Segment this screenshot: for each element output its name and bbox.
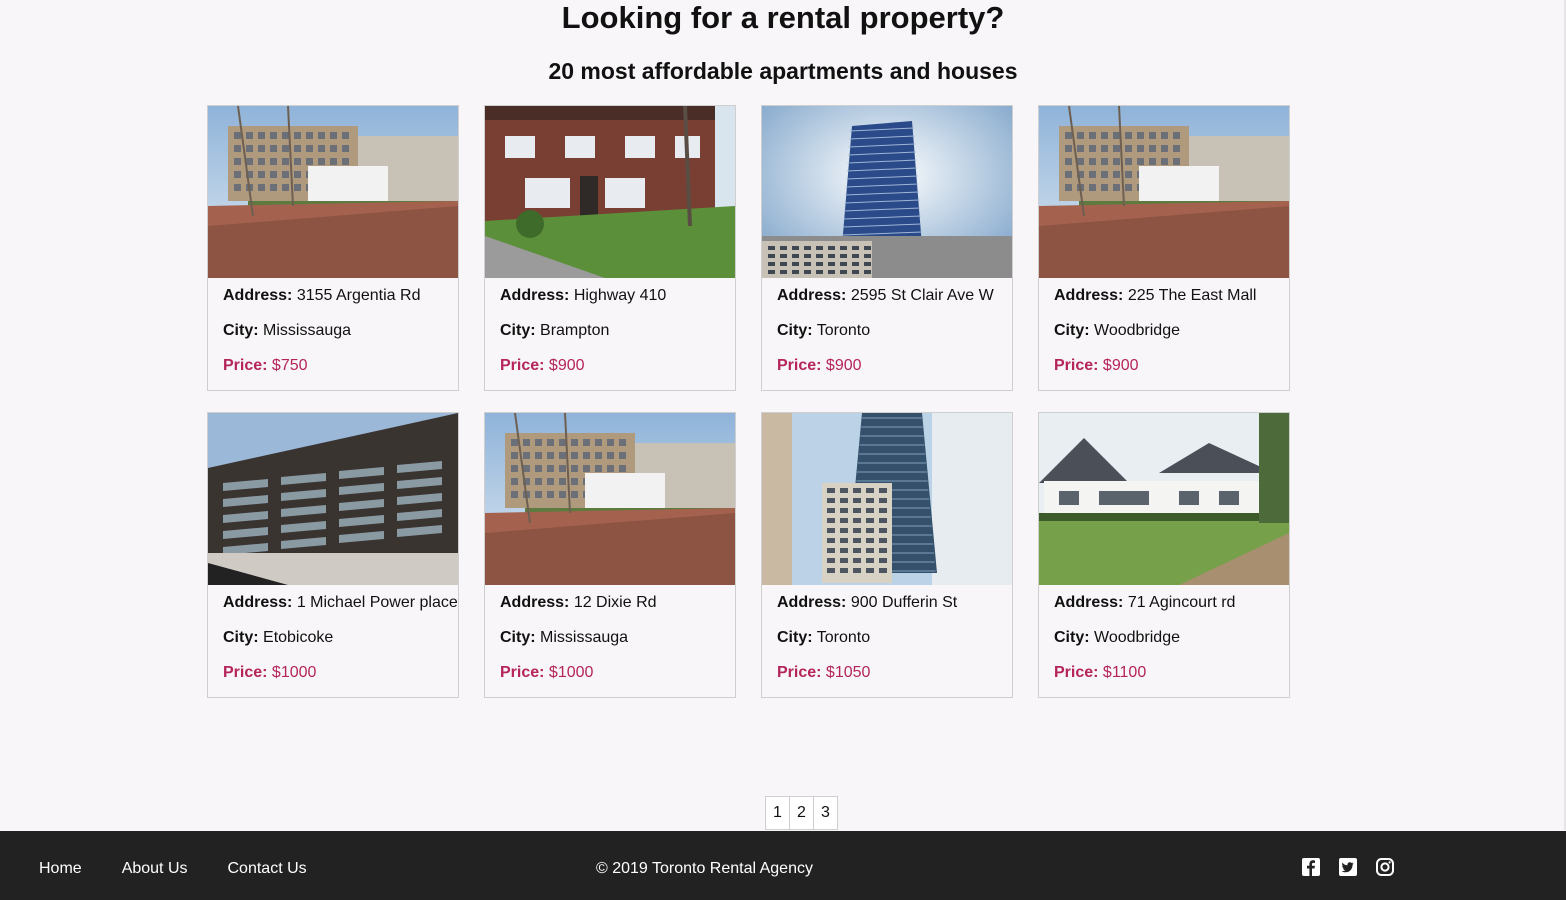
address-value: Highway 410 [573,287,667,304]
address-value: 12 Dixie Rd [573,594,657,611]
address-label: Address: [777,287,847,304]
listings-grid: Address: 3155 Argentia Rd City: Mississa… [207,105,1290,698]
city-label: City: [500,629,536,646]
city-value: Toronto [816,322,871,339]
price-value: $1050 [825,664,871,681]
price-label: Price: [777,357,822,374]
address-label: Address: [500,594,570,611]
address-value: 1 Michael Power place [296,594,458,611]
price-label: Price: [500,664,545,681]
listing-card[interactable]: Address: 900 Dufferin St City: Toronto P… [761,412,1013,698]
address-value: 71 Agincourt rd [1127,594,1236,611]
city-value: Brampton [540,322,610,339]
price-value: $1100 [1102,664,1147,681]
page-1-button[interactable]: 1 [765,796,790,830]
price-value: $900 [1102,357,1139,374]
footer-link-about[interactable]: About Us [122,859,188,878]
instagram-icon[interactable] [1375,857,1395,877]
city-value: Woodbridge [1094,322,1180,339]
city-value: Toronto [816,629,871,646]
property-photo[interactable] [485,106,735,278]
price-label: Price: [223,357,268,374]
address-label: Address: [1054,287,1124,304]
address-value: 3155 Argentia Rd [296,287,421,304]
city-label: City: [500,322,536,339]
address-label: Address: [223,287,293,304]
price-label: Price: [500,357,545,374]
price-value: $1000 [271,664,317,681]
listing-card[interactable]: Address: 3155 Argentia Rd City: Mississa… [207,105,459,391]
page-subtitle: 20 most affordable apartments and houses [548,58,1018,84]
footer-link-home[interactable]: Home [39,859,82,878]
page-3-button[interactable]: 3 [813,796,838,830]
listing-card[interactable]: Address: 71 Agincourt rd City: Woodbridg… [1038,412,1290,698]
price-value: $1000 [548,664,594,681]
address-value: 2595 St Clair Ave W [850,287,994,304]
listing-card[interactable]: Address: 2595 St Clair Ave W City: Toron… [761,105,1013,391]
listing-card[interactable]: Address: 225 The East Mall City: Woodbri… [1038,105,1290,391]
page-title: Looking for a rental property? [561,0,1005,35]
property-photo[interactable] [762,413,1012,585]
price-label: Price: [1054,357,1099,374]
property-photo[interactable] [208,413,458,585]
city-label: City: [777,629,813,646]
address-value: 900 Dufferin St [850,594,958,611]
property-photo[interactable] [208,106,458,278]
address-label: Address: [500,287,570,304]
city-label: City: [1054,322,1090,339]
price-label: Price: [777,664,822,681]
price-label: Price: [1054,664,1099,681]
city-label: City: [223,629,259,646]
property-photo[interactable] [762,106,1012,278]
address-label: Address: [223,594,293,611]
copyright-text: © 2019 Toronto Rental Agency [596,860,813,877]
city-value: Woodbridge [1094,629,1180,646]
address-label: Address: [1054,594,1124,611]
city-value: Mississauga [540,629,629,646]
footer-link-contact[interactable]: Contact Us [228,859,307,878]
city-label: City: [223,322,259,339]
listing-card[interactable]: Address: 12 Dixie Rd City: Mississauga P… [484,412,736,698]
pagination: 1 2 3 [765,796,838,830]
facebook-icon[interactable] [1301,857,1321,877]
price-value: $750 [271,357,308,374]
city-label: City: [777,322,813,339]
price-label: Price: [223,664,268,681]
page-2-button[interactable]: 2 [789,796,814,830]
city-label: City: [1054,629,1090,646]
listing-card[interactable]: Address: 1 Michael Power place City: Eto… [207,412,459,698]
city-value: Etobicoke [263,629,334,646]
property-photo[interactable] [1039,106,1289,278]
property-photo[interactable] [1039,413,1289,585]
address-value: 225 The East Mall [1127,287,1257,304]
twitter-icon[interactable] [1338,857,1358,877]
price-value: $900 [825,357,862,374]
listing-card[interactable]: Address: Highway 410 City: Brampton Pric… [484,105,736,391]
city-value: Mississauga [263,322,352,339]
price-value: $900 [548,357,585,374]
footer-nav: Home About Us Contact Us [39,859,347,878]
address-label: Address: [777,594,847,611]
social-links [1301,857,1412,877]
property-photo[interactable] [485,413,735,585]
